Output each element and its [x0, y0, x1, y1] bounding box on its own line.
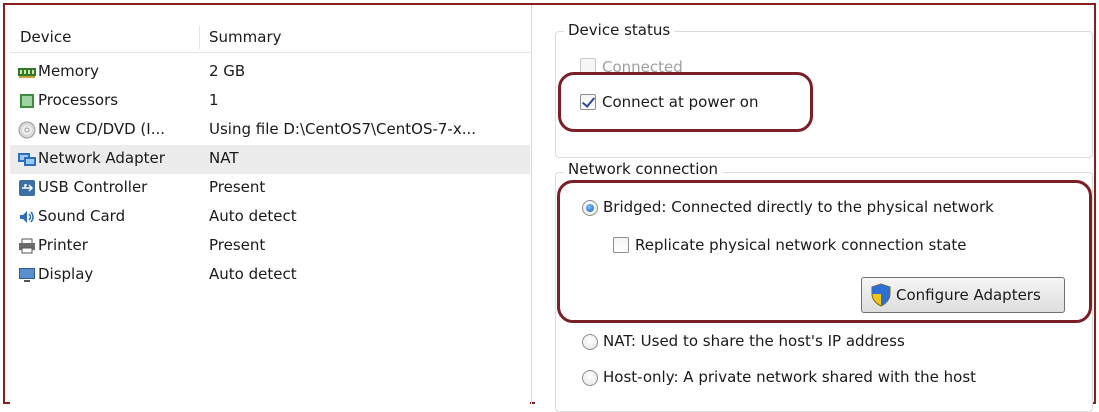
printer-icon [16, 237, 38, 255]
device-row-usb-controller[interactable]: USB Controller Present [10, 174, 530, 203]
device-name: Network Adapter [38, 149, 165, 167]
device-name: Memory [38, 62, 100, 80]
panel-divider [531, 5, 532, 404]
device-row-processors[interactable]: Processors 1 [10, 87, 530, 116]
host-only-radio[interactable] [582, 370, 598, 386]
network-adapter-icon [16, 150, 38, 168]
device-name: Printer [38, 236, 88, 254]
device-row-sound-card[interactable]: Sound Card Auto detect [10, 203, 530, 232]
device-summary: 2 GB [209, 62, 246, 80]
device-row-cd-dvd[interactable]: New CD/DVD (I... Using file D:\CentOS7\C… [10, 116, 530, 145]
device-summary: NAT [209, 149, 239, 167]
column-header-device[interactable]: Device [20, 28, 71, 46]
device-summary: 1 [209, 91, 219, 109]
device-name: New CD/DVD (I... [38, 120, 166, 138]
display-icon [16, 266, 38, 284]
settings-panel: Device status Connected Connect at power… [535, 12, 1093, 412]
processor-icon [16, 92, 38, 110]
device-name: Processors [38, 91, 119, 109]
device-summary: Present [209, 236, 266, 254]
device-name: Sound Card [38, 207, 126, 225]
device-summary: Auto detect [209, 207, 297, 225]
device-list-panel: Device Summary Memory 2 GB Processors 1 … [10, 12, 530, 404]
device-name: Display [38, 265, 94, 283]
device-status-title: Device status [564, 21, 675, 39]
device-summary: Using file D:\CentOS7\CentOS-7-x... [209, 120, 477, 138]
host-only-label: Host-only: A private network shared with… [603, 368, 977, 386]
sound-card-icon [16, 208, 38, 226]
column-separator[interactable] [199, 25, 200, 49]
usb-icon [16, 179, 38, 197]
device-summary: Auto detect [209, 265, 297, 283]
device-row-memory[interactable]: Memory 2 GB [10, 58, 530, 87]
device-row-printer[interactable]: Printer Present [10, 232, 530, 261]
nat-label: NAT: Used to share the host's IP address [603, 332, 905, 350]
device-row-display[interactable]: Display Auto detect [10, 261, 530, 290]
memory-icon [16, 63, 38, 81]
annotation-highlight-power-on [558, 72, 813, 132]
device-summary: Present [209, 178, 266, 196]
column-header-summary[interactable]: Summary [209, 28, 282, 46]
cd-dvd-icon [16, 121, 38, 139]
device-name: USB Controller [38, 178, 148, 196]
nat-radio[interactable] [582, 334, 598, 350]
device-list-header: Device Summary [10, 23, 530, 53]
annotation-highlight-bridged [557, 180, 1092, 323]
device-row-network-adapter[interactable]: Network Adapter NAT [10, 145, 530, 174]
network-connection-title: Network connection [564, 160, 723, 178]
